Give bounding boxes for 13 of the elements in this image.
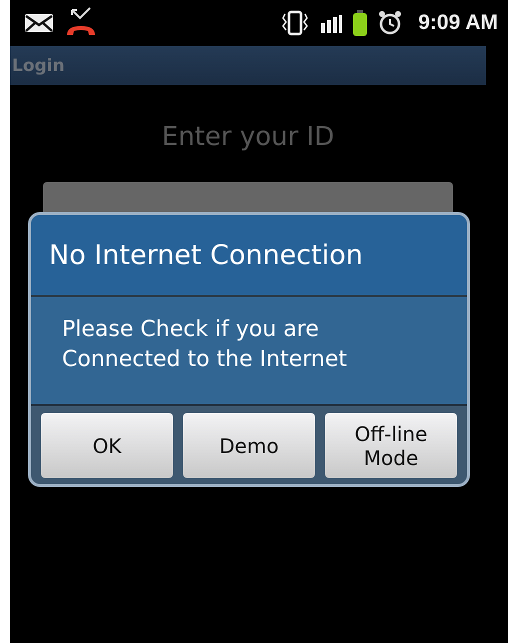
alarm-icon (378, 10, 402, 36)
dialog-message: Please Check if you are Connected to the Internet (62, 317, 347, 372)
dialog-button[interactable]: Demo (183, 413, 315, 478)
dialog-button[interactable]: Off-line Mode (325, 413, 457, 478)
dialog-title: No Internet Connection (31, 215, 467, 297)
screen-title: Login (12, 56, 65, 76)
signal-icon (320, 13, 342, 33)
dialog-button[interactable]: OK (41, 413, 173, 478)
status-time: 9:09 AM (418, 11, 498, 35)
id-prompt: Enter your ID (160, 122, 336, 152)
battery-icon (352, 10, 368, 36)
mail-icon (24, 13, 54, 33)
vibrate-icon (280, 10, 310, 36)
